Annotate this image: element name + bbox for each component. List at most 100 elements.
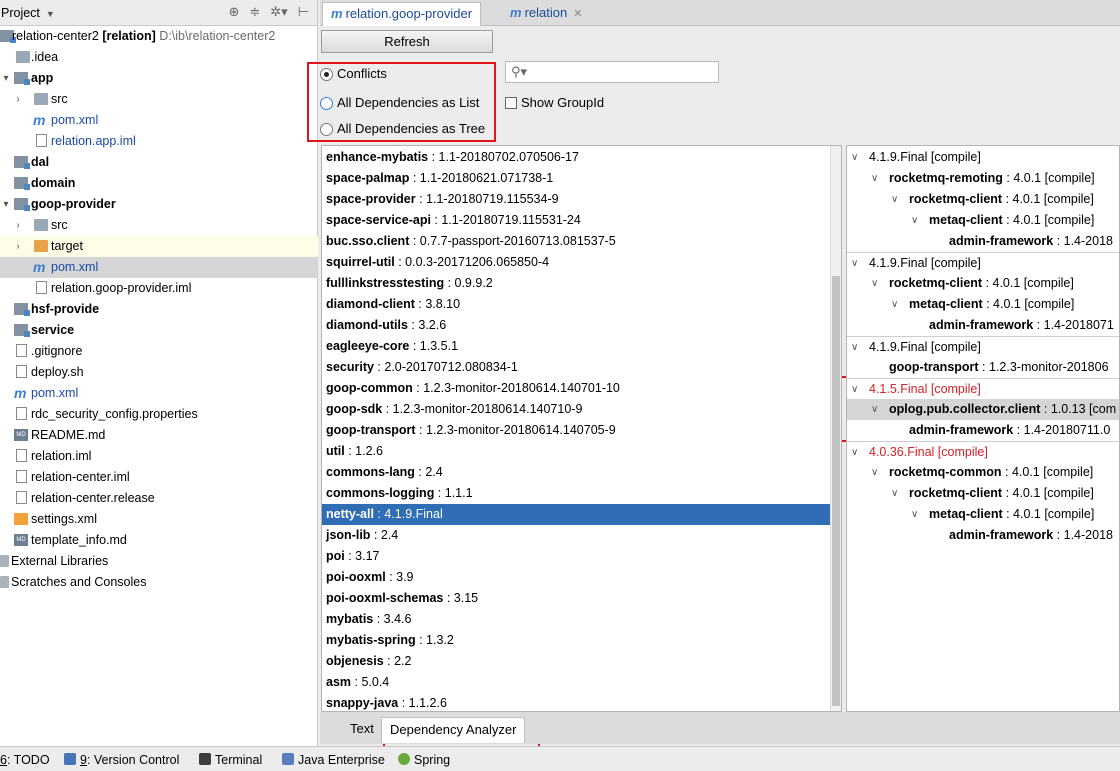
tree-item-release[interactable]: relation-center.release xyxy=(0,488,318,509)
chevron-down-icon[interactable]: ∨ xyxy=(911,504,918,525)
scrollbar[interactable] xyxy=(830,146,841,711)
tab-text[interactable]: Text xyxy=(342,717,382,743)
chevron-right-icon[interactable]: › xyxy=(12,215,24,236)
tree-item-goop-iml[interactable]: relation.goop-provider.iml xyxy=(0,278,318,299)
dependency-row[interactable]: security : 2.0-20170712.080834-1 xyxy=(322,357,832,378)
tree-item-app-src[interactable]: › src xyxy=(0,89,318,110)
usage-row[interactable]: admin-framework : 1.4-20180711.0 xyxy=(847,420,1119,441)
dependency-row[interactable]: goop-common : 1.2.3-monitor-20180614.140… xyxy=(322,378,832,399)
tree-item-app-pom[interactable]: m pom.xml xyxy=(0,110,318,131)
usage-row[interactable]: ∨ 4.1.9.Final [compile] xyxy=(847,336,1119,358)
usage-row[interactable]: admin-framework : 1.4-2018 xyxy=(847,231,1119,252)
search-input[interactable]: ⚲▾ xyxy=(505,61,719,83)
tree-item-rdc-config[interactable]: rdc_security_config.properties xyxy=(0,404,318,425)
dependency-row[interactable]: snappy-java : 1.1.2.6 xyxy=(322,693,832,711)
close-icon[interactable]: ✕ xyxy=(573,8,582,20)
usage-row[interactable]: ∨ rocketmq-client : 4.0.1 [compile] xyxy=(847,189,1119,210)
usage-row[interactable]: ∨ rocketmq-remoting : 4.0.1 [compile] xyxy=(847,168,1119,189)
tree-item-service[interactable]: service xyxy=(0,320,318,341)
tree-item-hsf-provide[interactable]: hsf-provide xyxy=(0,299,318,320)
tab-goop-provider[interactable]: m relation.goop-provider xyxy=(322,2,482,26)
dependency-row[interactable]: poi-ooxml-schemas : 3.15 xyxy=(322,588,832,609)
tree-item-goop-src[interactable]: › src xyxy=(0,215,318,236)
dependency-row[interactable]: diamond-client : 3.8.10 xyxy=(322,294,832,315)
dependency-row[interactable]: enhance-mybatis : 1.1-20180702.070506-17 xyxy=(322,147,832,168)
dependency-row[interactable]: goop-transport : 1.2.3-monitor-20180614.… xyxy=(322,420,832,441)
tree-item-relation-iml[interactable]: relation.iml xyxy=(0,446,318,467)
tree-item-idea[interactable]: .idea xyxy=(0,47,318,68)
dependency-row[interactable]: mybatis : 3.4.6 xyxy=(322,609,832,630)
chevron-down-icon[interactable]: ∨ xyxy=(871,168,878,189)
chevron-right-icon[interactable]: › xyxy=(12,89,24,110)
hide-panel-icon[interactable]: ⊢ xyxy=(298,4,309,20)
dependency-row[interactable]: objenesis : 2.2 xyxy=(322,651,832,672)
dependency-row[interactable]: poi-ooxml : 3.9 xyxy=(322,567,832,588)
chevron-down-icon[interactable]: ∨ xyxy=(851,337,858,358)
usage-row[interactable]: ∨ 4.1.5.Final [compile] xyxy=(847,378,1119,400)
chevron-down-icon[interactable]: ∨ xyxy=(891,189,898,210)
chevron-down-icon[interactable]: ∨ xyxy=(871,399,878,420)
dependency-row[interactable]: squirrel-util : 0.0.3-20171206.065850-4 xyxy=(322,252,832,273)
project-view-selector[interactable]: Project ▼ xyxy=(1,6,55,20)
dependency-row[interactable]: space-service-api : 1.1-20180719.115531-… xyxy=(322,210,832,231)
status-spring[interactable]: Spring xyxy=(398,750,450,770)
chevron-down-icon[interactable]: ▾ xyxy=(0,68,12,89)
tree-item-root[interactable]: relation-center2 [relation] D:\ib\relati… xyxy=(0,26,318,47)
collapse-all-icon[interactable]: ≑ xyxy=(249,4,260,20)
chevron-down-icon[interactable]: ∨ xyxy=(911,210,918,231)
search-icon[interactable]: ⚲▾ xyxy=(511,64,527,80)
status-java-enterprise[interactable]: Java Enterprise xyxy=(282,750,385,770)
usage-row[interactable]: ∨ oplog.pub.collector.client : 1.0.13 [co… xyxy=(847,399,1119,420)
usage-row[interactable]: ∨ 4.0.36.Final [compile] xyxy=(847,441,1119,462)
usage-row[interactable]: ∨ rocketmq-common : 4.0.1 [compile] xyxy=(847,462,1119,483)
tree-item-scratches[interactable]: Scratches and Consoles xyxy=(0,572,318,593)
tree-item-target[interactable]: › target xyxy=(0,236,318,257)
usage-row[interactable]: admin-framework : 1.4-2018 xyxy=(847,525,1119,546)
tree-item-dal[interactable]: dal xyxy=(0,152,318,173)
usage-row[interactable]: ∨ 4.1.9.Final [compile] xyxy=(847,147,1119,168)
status-version-control[interactable]: 9: Version Control xyxy=(64,750,179,770)
dependency-row[interactable]: diamond-utils : 3.2.6 xyxy=(322,315,832,336)
tree-item-settings[interactable]: settings.xml xyxy=(0,509,318,530)
usage-row[interactable]: ∨ metaq-client : 4.0.1 [compile] xyxy=(847,210,1119,231)
usage-row[interactable]: ∨ 4.1.9.Final [compile] xyxy=(847,252,1119,274)
usage-row[interactable]: admin-framework : 1.4-2018071 xyxy=(847,315,1119,336)
tree-item-domain[interactable]: domain xyxy=(0,173,318,194)
usage-row[interactable]: ∨ rocketmq-client : 4.0.1 [compile] xyxy=(847,273,1119,294)
dependency-row[interactable]: util : 1.2.6 xyxy=(322,441,832,462)
chevron-down-icon[interactable]: ∨ xyxy=(851,147,858,168)
tree-item-external-libraries[interactable]: External Libraries xyxy=(0,551,318,572)
usage-row[interactable]: ∨ rocketmq-client : 4.0.1 [compile] xyxy=(847,483,1119,504)
dependency-row[interactable]: poi : 3.17 xyxy=(322,546,832,567)
locate-icon[interactable]: ⊕ xyxy=(228,4,239,20)
dependency-row[interactable]: mybatis-spring : 1.3.2 xyxy=(322,630,832,651)
tab-relation[interactable]: m relation ✕ xyxy=(502,2,590,26)
refresh-button[interactable]: Refresh xyxy=(321,30,493,53)
tree-item-app[interactable]: ▾ app xyxy=(0,68,318,89)
tree-item-readme[interactable]: MD README.md xyxy=(0,425,318,446)
dependency-row[interactable]: asm : 5.0.4 xyxy=(322,672,832,693)
tree-item-deploy[interactable]: deploy.sh xyxy=(0,362,318,383)
dependency-row[interactable]: eagleeye-core : 1.3.5.1 xyxy=(322,336,832,357)
chevron-down-icon[interactable]: ∨ xyxy=(871,462,878,483)
status-todo[interactable]: 6: TODO xyxy=(0,750,50,770)
tree-item-app-iml[interactable]: relation.app.iml xyxy=(0,131,318,152)
usage-row[interactable]: ∨ metaq-client : 4.0.1 [compile] xyxy=(847,294,1119,315)
tree-item-relation-center-iml[interactable]: relation-center.iml xyxy=(0,467,318,488)
tree-item-goop-pom[interactable]: m pom.xml xyxy=(0,257,318,278)
usage-row[interactable]: goop-transport : 1.2.3-monitor-201806 xyxy=(847,357,1119,378)
chevron-down-icon[interactable]: ∨ xyxy=(871,273,878,294)
chevron-down-icon[interactable]: ∨ xyxy=(851,379,858,400)
status-terminal[interactable]: Terminal xyxy=(199,750,262,770)
chevron-down-icon[interactable]: ▾ xyxy=(0,194,12,215)
dependency-row[interactable]: space-provider : 1.1-20180719.115534-9 xyxy=(322,189,832,210)
chevron-down-icon[interactable]: ▼ xyxy=(46,9,55,19)
chevron-down-icon[interactable]: ∨ xyxy=(851,253,858,274)
dependency-row[interactable]: goop-sdk : 1.2.3-monitor-20180614.140710… xyxy=(322,399,832,420)
chevron-down-icon[interactable]: ∨ xyxy=(891,294,898,315)
usage-row[interactable]: ∨ metaq-client : 4.0.1 [compile] xyxy=(847,504,1119,525)
tree-item-gitignore[interactable]: .gitignore xyxy=(0,341,318,362)
dependency-row[interactable]: space-palmap : 1.1-20180621.071738-1 xyxy=(322,168,832,189)
scrollbar-thumb[interactable] xyxy=(832,276,840,706)
dependency-row[interactable]: json-lib : 2.4 xyxy=(322,525,832,546)
